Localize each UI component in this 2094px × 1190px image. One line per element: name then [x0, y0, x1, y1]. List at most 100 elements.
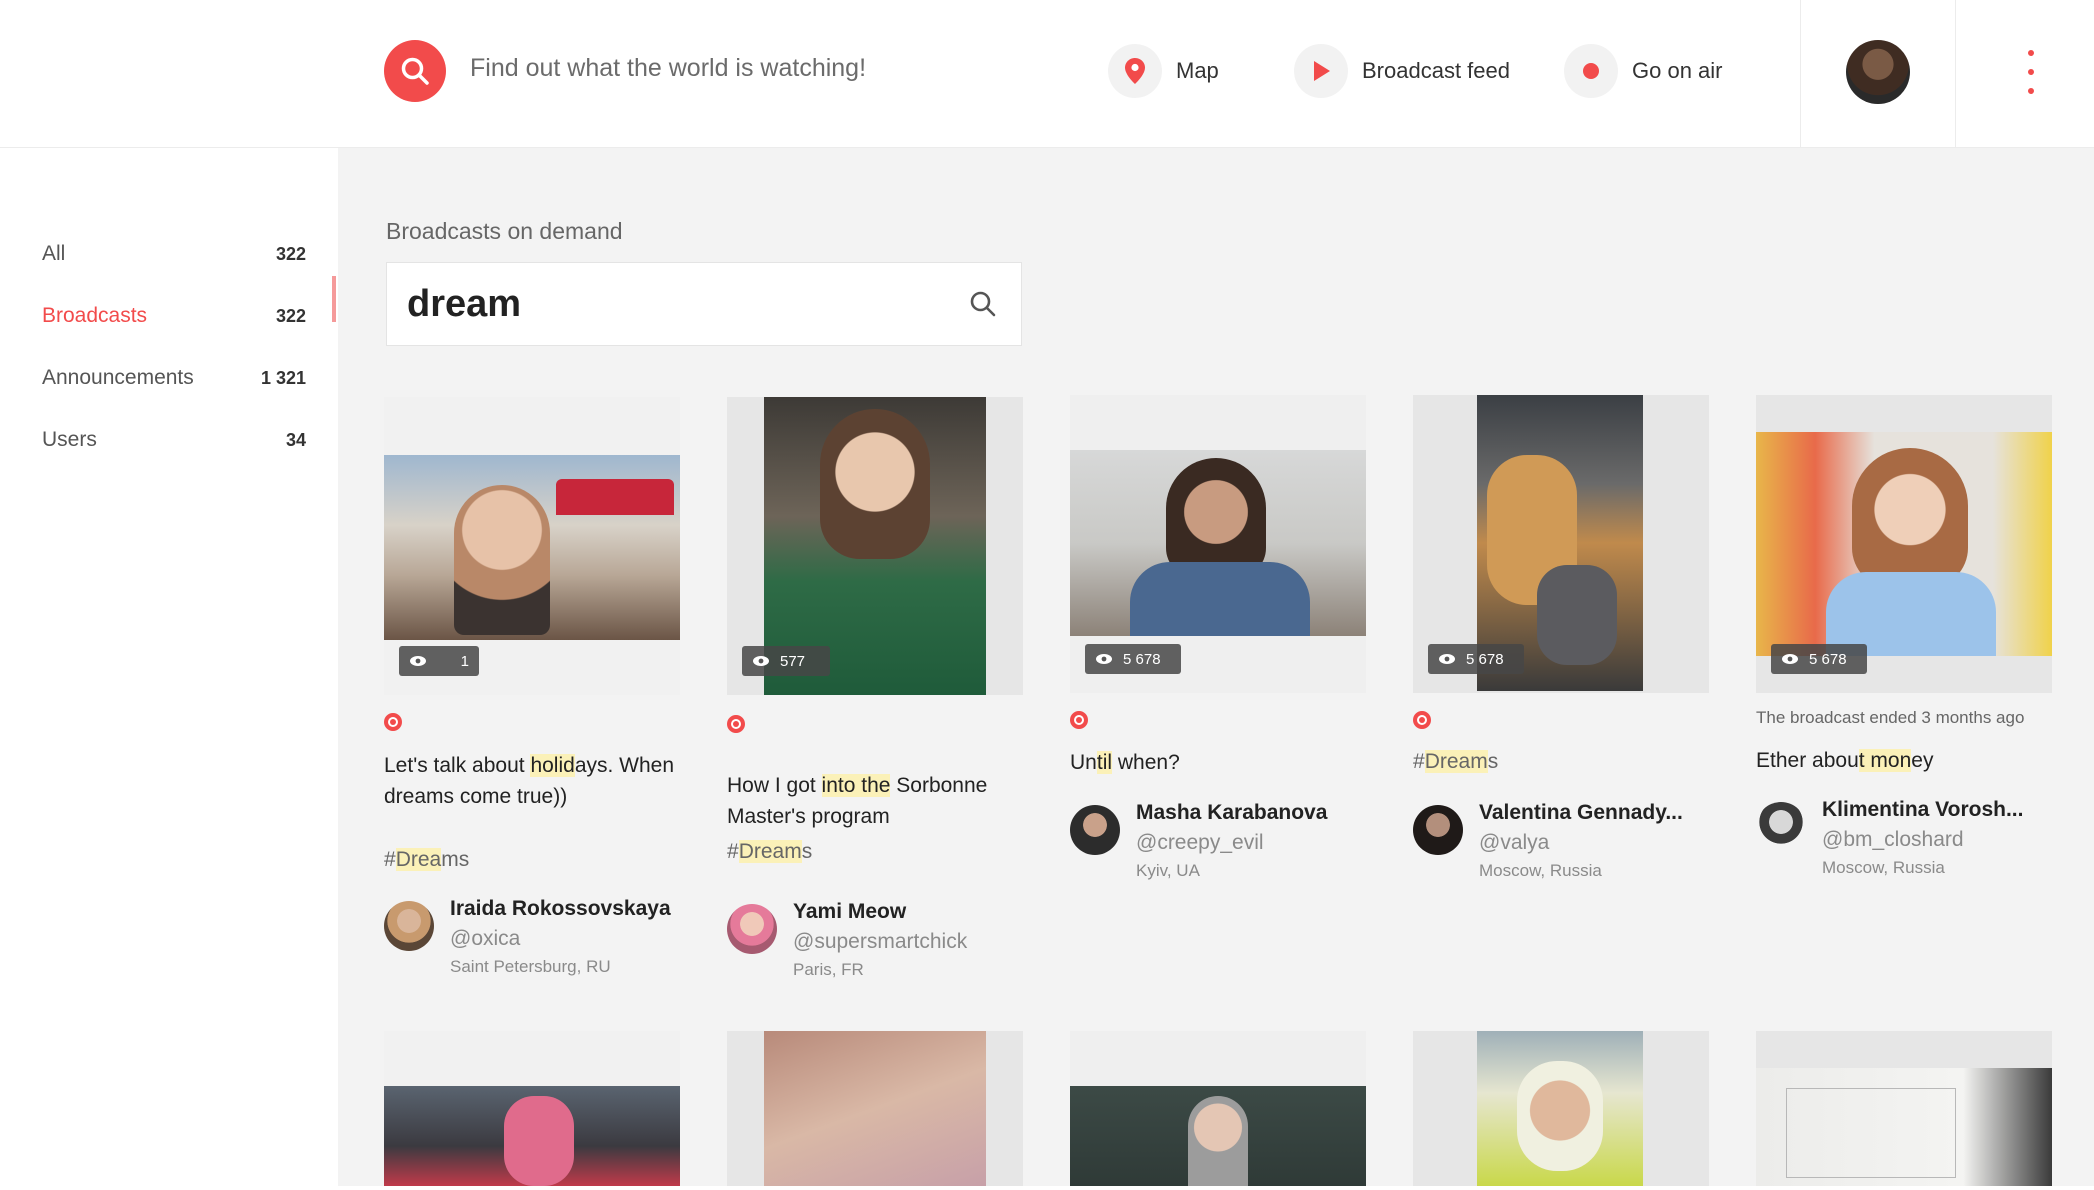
sidebar-item-announcements[interactable]: Announcements 1 321 [42, 358, 306, 398]
header-search-input[interactable]: Find out what the world is watching! [470, 54, 866, 83]
search-input[interactable]: dream [386, 262, 1022, 346]
broadcast-card[interactable]: 1 Let's talk about holidays. When dreams… [384, 397, 680, 976]
broadcast-card[interactable] [384, 1031, 680, 1186]
broadcast-thumbnail[interactable] [384, 1031, 680, 1186]
nav-go-on-air[interactable]: Go on air [1564, 44, 1723, 98]
tag-text: # [727, 840, 739, 863]
broadcast-card[interactable]: 5 678 The broadcast ended 3 months ago E… [1756, 395, 2052, 877]
thumbnail-image [1477, 1031, 1643, 1186]
author-handle: @supersmartchick [793, 930, 968, 953]
thumbnail-image [384, 1086, 680, 1186]
tag-highlight: Drea [395, 848, 442, 871]
avatar[interactable] [1756, 802, 1806, 852]
author-name[interactable]: Masha Karabanova [1136, 801, 1327, 825]
more-menu-button[interactable] [2016, 50, 2046, 94]
sidebar-item-count: 1 321 [260, 367, 306, 388]
nav-go-on-air-label: Go on air [1632, 58, 1723, 83]
tag-highlight: Dream [1424, 750, 1488, 773]
author-handle: @bm_closhard [1822, 828, 1964, 851]
hashtag-link[interactable]: #Dreams [384, 848, 469, 872]
author-name[interactable]: Yami Meow [793, 900, 906, 924]
author-block[interactable]: Iraida Rokossovskaya @oxica Saint Peters… [384, 897, 680, 989]
active-indicator [332, 276, 336, 322]
hashtag-link[interactable]: #Dreams [1413, 750, 1498, 774]
nav-broadcast-feed-label: Broadcast feed [1362, 58, 1510, 83]
author-block[interactable]: Yami Meow @supersmartchick Paris, FR [727, 900, 1023, 992]
sidebar-item-count: 322 [275, 243, 306, 264]
author-handle: @creepy_evil [1136, 831, 1264, 854]
broadcast-thumbnail[interactable] [1070, 1031, 1366, 1186]
broadcast-title[interactable]: How I got into the Sorbonne Master's pro… [727, 770, 1023, 832]
thumbnail-image [764, 1031, 986, 1186]
broadcast-title[interactable]: Let's talk about holidays. When dreams c… [384, 750, 680, 812]
user-avatar[interactable] [1846, 40, 1910, 104]
avatar[interactable] [1070, 805, 1120, 855]
view-count-badge: 5 678 [1085, 644, 1181, 674]
broadcast-thumbnail[interactable]: 577 [727, 397, 1023, 695]
avatar[interactable] [1413, 805, 1463, 855]
author-name[interactable]: Iraida Rokossovskaya [450, 897, 671, 921]
author-block[interactable]: Valentina Gennady... @valya Moscow, Russ… [1413, 801, 1709, 893]
broadcast-thumbnail[interactable]: 1 [384, 397, 680, 695]
record-status-icon [1070, 711, 1088, 729]
title-highlight: holid [530, 754, 575, 777]
search-icon[interactable] [965, 286, 1001, 322]
nav-map[interactable]: Map [1108, 44, 1219, 98]
record-dot-icon [1564, 44, 1618, 98]
sidebar-item-broadcasts[interactable]: Broadcasts 322 [42, 296, 306, 336]
sidebar-item-users[interactable]: Users 34 [42, 420, 306, 460]
author-location: Kyiv, UA [1136, 861, 1200, 880]
view-count: 5 678 [1809, 650, 1847, 668]
section-title: Broadcasts on demand [386, 218, 623, 244]
broadcast-title[interactable]: Until when? [1070, 747, 1366, 778]
author-name[interactable]: Valentina Gennady... [1479, 801, 1683, 825]
sidebar-item-label: All [42, 242, 66, 265]
sidebar-item-all[interactable]: All 322 [42, 234, 306, 274]
view-count: 1 [460, 652, 469, 670]
eye-icon [410, 656, 426, 666]
broadcast-thumbnail[interactable] [727, 1031, 1023, 1186]
author-block[interactable]: Masha Karabanova @creepy_evil Kyiv, UA [1070, 801, 1366, 893]
avatar[interactable] [727, 904, 777, 954]
sidebar-item-label: Broadcasts [42, 304, 148, 327]
play-icon [1294, 44, 1348, 98]
tag-text: s [1487, 750, 1499, 773]
author-block[interactable]: Klimentina Vorosh... @bm_closhard Moscow… [1756, 798, 2052, 890]
broadcast-thumbnail[interactable]: 5 678 [1756, 395, 2052, 693]
broadcast-card[interactable] [1070, 1031, 1366, 1186]
avatar[interactable] [384, 901, 434, 951]
broadcast-ended-text: The broadcast ended 3 months ago [1756, 708, 2025, 727]
eye-icon [1782, 654, 1798, 664]
broadcast-thumbnail[interactable]: 5 678 [1070, 395, 1366, 693]
eye-icon [753, 656, 769, 666]
eye-icon [1096, 654, 1112, 664]
broadcast-thumbnail[interactable] [1756, 1031, 2052, 1186]
tag-text: # [1413, 750, 1425, 773]
title-text: Let's talk about [384, 754, 531, 777]
broadcast-card[interactable] [1413, 1031, 1709, 1186]
kebab-dot [2028, 88, 2034, 94]
title-text: ey [1911, 749, 1934, 772]
sidebar: All 322 Broadcasts 322 Announcements 1 3… [0, 148, 338, 1190]
header-search-button[interactable] [384, 40, 446, 102]
broadcast-card[interactable]: 5 678 Until when? Masha Karabanova @cree… [1070, 395, 1366, 880]
sidebar-item-label: Announcements [42, 366, 194, 389]
hashtag-link[interactable]: #Dreams [727, 840, 812, 864]
broadcast-title[interactable]: Ether about money [1756, 745, 2052, 776]
title-text: when? [1112, 751, 1180, 774]
nav-broadcast-feed[interactable]: Broadcast feed [1294, 44, 1510, 98]
title-text: Ether abou [1756, 749, 1859, 772]
broadcast-card[interactable] [1756, 1031, 2052, 1186]
sidebar-item-label: Users [42, 428, 97, 451]
sidebar-item-count: 34 [285, 429, 306, 450]
author-name[interactable]: Klimentina Vorosh... [1822, 798, 2023, 822]
page-bottom-edge [338, 1186, 2094, 1190]
broadcast-card[interactable] [727, 1031, 1023, 1186]
author-location: Saint Petersburg, RU [450, 957, 611, 976]
broadcast-thumbnail[interactable] [1413, 1031, 1709, 1186]
thumbnail-image [1756, 1068, 2052, 1186]
broadcast-card[interactable]: 577 How I got into the Sorbonne Master's… [727, 397, 1023, 979]
broadcast-card[interactable]: 5 678 #Dreams Valentina Gennady... @valy… [1413, 395, 1709, 880]
broadcast-thumbnail[interactable]: 5 678 [1413, 395, 1709, 693]
thumbnail-image [1756, 432, 2052, 656]
